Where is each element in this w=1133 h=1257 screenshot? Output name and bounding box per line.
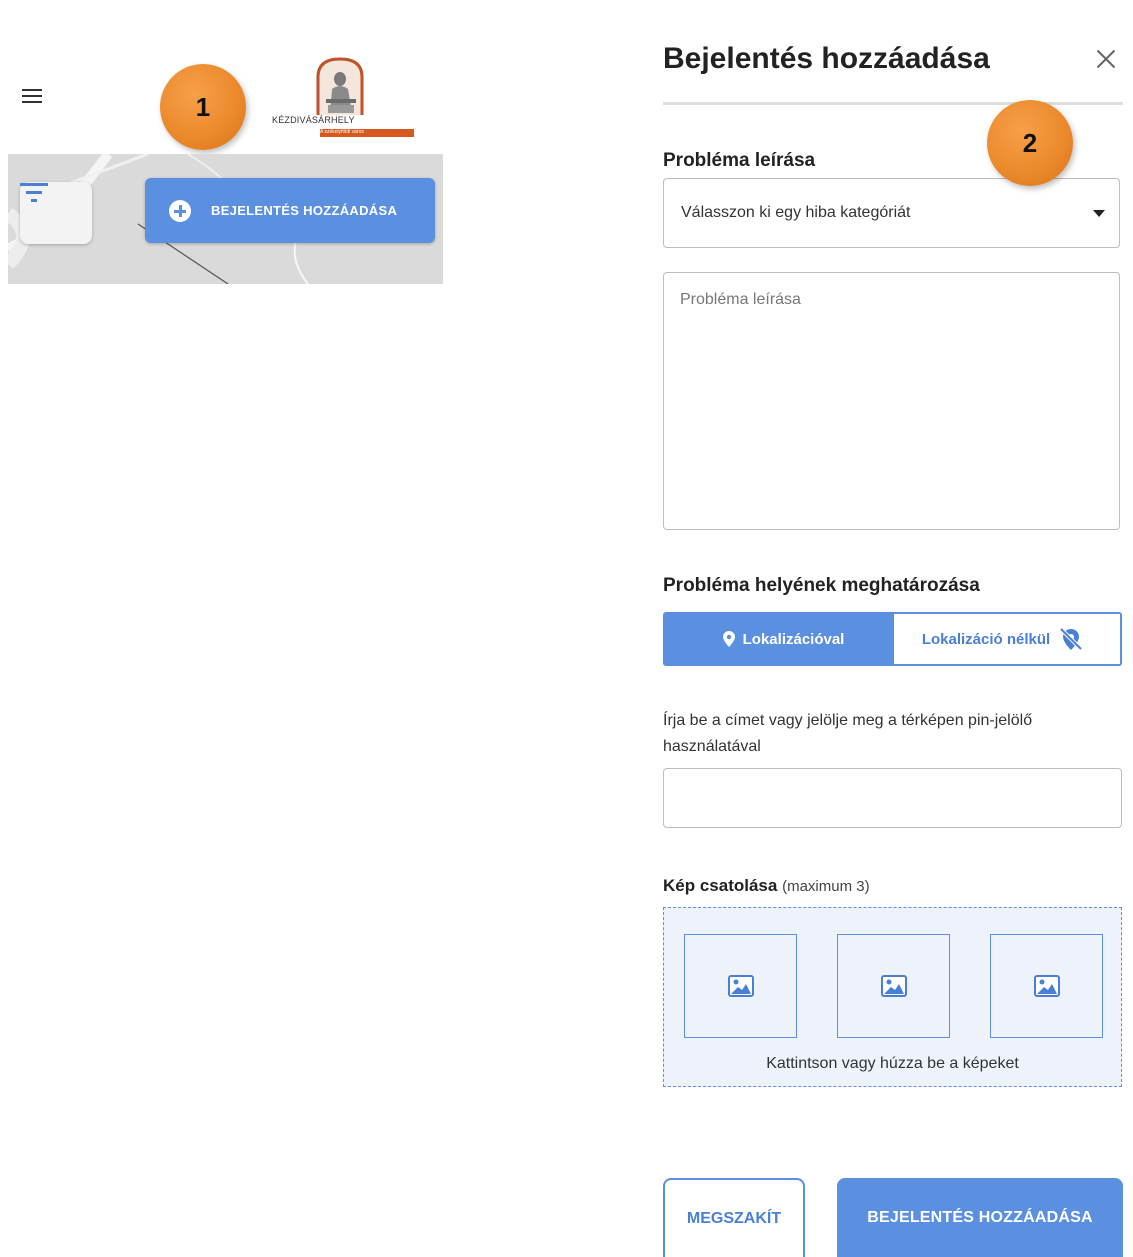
add-report-map-button[interactable]: BEJELENTÉS HOZZÁADÁSA xyxy=(145,178,435,243)
address-input[interactable] xyxy=(663,768,1122,828)
panel-title: Bejelentés hozzáadása xyxy=(663,42,990,75)
filter-icon xyxy=(20,183,48,202)
location-section-label: Probléma helyének meghatározása xyxy=(663,575,980,596)
image-slot-1[interactable] xyxy=(684,934,797,1038)
menu-icon[interactable] xyxy=(22,88,42,104)
close-icon[interactable] xyxy=(1093,46,1119,72)
without-location-option[interactable]: Lokalizáció nélkül xyxy=(894,614,1120,664)
city-logo: KÉZDIVÁSÁRHELY A székelyföldi város xyxy=(270,55,420,145)
image-slot-3[interactable] xyxy=(990,934,1103,1038)
dropzone-hint: Kattintson vagy húzza be a képeket xyxy=(766,1055,1019,1072)
with-location-option[interactable]: Lokalizációval xyxy=(665,614,894,664)
cancel-button[interactable]: MEGSZAKÍT xyxy=(663,1178,805,1257)
add-report-panel: Bejelentés hozzáadása Probléma leírása V… xyxy=(640,8,1133,1257)
image-dropzone[interactable]: Kattintson vagy húzza be a képeket xyxy=(663,907,1122,1087)
location-pin-icon xyxy=(722,631,735,647)
plus-circle-icon xyxy=(169,199,191,222)
images-section-title: Kép csatolása xyxy=(663,876,778,895)
description-textarea[interactable] xyxy=(663,272,1120,530)
image-icon xyxy=(727,975,754,997)
image-slot-2[interactable] xyxy=(837,934,950,1038)
with-location-label: Lokalizációval xyxy=(742,630,845,648)
step-badge-1: 1 xyxy=(160,64,246,150)
map-header-preview: 1 KÉZDIVÁSÁRHELY A székelyföldi város BE… xyxy=(0,0,450,290)
caret-down-icon xyxy=(1093,210,1105,217)
location-off-icon xyxy=(1059,627,1083,651)
add-report-map-label: BEJELENTÉS HOZZÁADÁSA xyxy=(211,203,398,218)
images-limit-note: (maximum 3) xyxy=(782,878,870,895)
image-icon xyxy=(1033,975,1060,997)
city-logo-emblem-icon xyxy=(316,57,364,115)
map-strip: BEJELENTÉS HOZZÁADÁSA xyxy=(8,154,443,284)
logo-title: KÉZDIVÁSÁRHELY xyxy=(272,115,355,125)
category-select[interactable]: Válasszon ki egy hiba kategóriát xyxy=(663,178,1120,248)
without-location-label: Lokalizáció nélkül xyxy=(921,630,1051,648)
location-mode-toggle: Lokalizációval Lokalizáció nélkül xyxy=(663,612,1122,666)
category-select-value: Válasszon ki egy hiba kategóriát xyxy=(681,204,911,221)
filter-button[interactable] xyxy=(20,182,92,244)
image-icon xyxy=(880,975,907,997)
problem-section-label: Probléma leírása xyxy=(663,150,816,171)
address-help-text: Írja be a címet vagy jelölje meg a térké… xyxy=(663,712,1033,755)
title-divider xyxy=(663,102,1123,105)
images-section-label: Kép csatolása (maximum 3) xyxy=(663,876,870,896)
step-badge-2: 2 xyxy=(987,100,1073,186)
submit-report-button[interactable]: BEJELENTÉS HOZZÁADÁSA xyxy=(837,1178,1123,1257)
logo-tagline: A székelyföldi város xyxy=(320,129,414,137)
